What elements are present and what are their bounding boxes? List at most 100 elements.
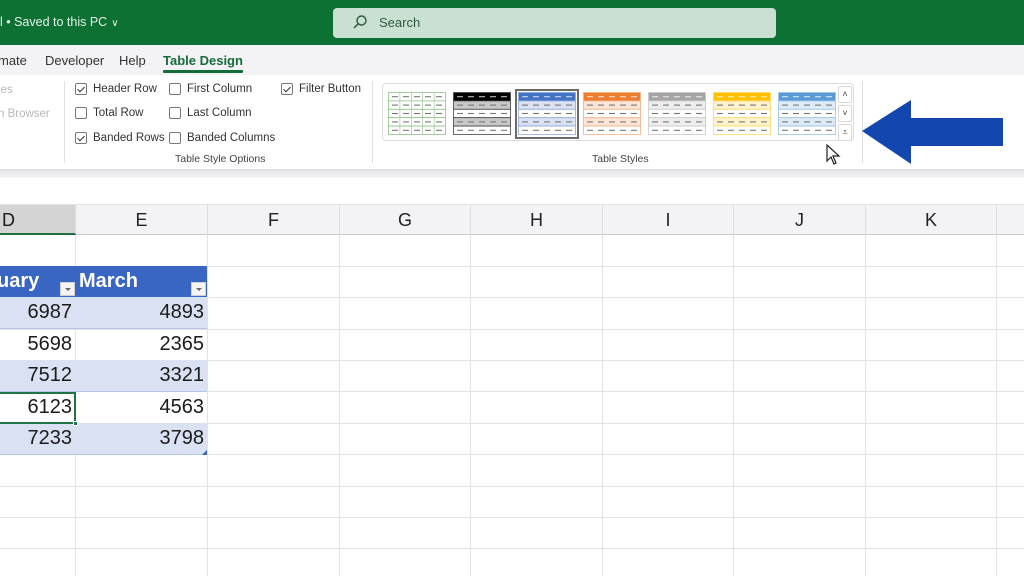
table-style-green-light[interactable] bbox=[388, 92, 446, 136]
search-placeholder: Search bbox=[379, 15, 421, 30]
table-style-gold-medium[interactable] bbox=[713, 92, 771, 136]
banded-rows-label: Banded Rows bbox=[93, 132, 165, 144]
style-preview bbox=[388, 92, 446, 135]
total-row-checkbox[interactable] bbox=[75, 107, 87, 119]
banded-columns-label: Banded Columns bbox=[187, 132, 276, 144]
table-style-black-medium[interactable] bbox=[453, 92, 511, 136]
table-style-gray-medium[interactable] bbox=[648, 92, 706, 136]
gallery-more-button[interactable]: ⩡ bbox=[838, 124, 852, 141]
last-column-checkbox[interactable] bbox=[169, 107, 181, 119]
style-preview bbox=[583, 92, 641, 135]
gallery-scroll-down-button[interactable]: ˅ bbox=[838, 105, 852, 122]
total-row-label: Total Row bbox=[93, 107, 144, 119]
properties-button: ies bbox=[0, 84, 13, 96]
style-preview bbox=[648, 92, 706, 135]
gridline bbox=[0, 517, 1024, 518]
banded-columns-option[interactable]: Banded Columns bbox=[169, 132, 275, 144]
table-style-blue-medium[interactable] bbox=[515, 89, 579, 139]
column-header-k[interactable]: K bbox=[866, 205, 997, 235]
header-row-checkbox[interactable] bbox=[75, 83, 87, 95]
header-row-label: Header Row bbox=[93, 83, 157, 95]
cell-february[interactable]: 5698 bbox=[0, 329, 73, 360]
banded-rows-option[interactable]: Banded Rows bbox=[75, 132, 165, 144]
style-preview bbox=[453, 92, 511, 135]
column-header-e[interactable]: E bbox=[76, 205, 208, 235]
style-preview bbox=[778, 92, 836, 135]
header-label: March bbox=[79, 270, 138, 292]
search-icon bbox=[353, 15, 367, 29]
filter-button-checkbox[interactable] bbox=[281, 83, 293, 95]
table-row: 7512 3321 bbox=[0, 360, 207, 392]
column-header-i[interactable]: I bbox=[603, 205, 734, 235]
filter-dropdown-button[interactable] bbox=[60, 282, 75, 296]
gallery-scroll-up-button[interactable]: ˄ bbox=[838, 86, 852, 103]
column-header-j[interactable]: J bbox=[734, 205, 866, 235]
file-save-status[interactable]: l • Saved to this PC ∨ bbox=[0, 15, 119, 29]
chevron-down-icon[interactable]: ∨ bbox=[111, 18, 118, 29]
gridline bbox=[339, 235, 340, 576]
search-box[interactable]: Search bbox=[333, 8, 776, 38]
ribbon-shadow bbox=[0, 170, 1024, 178]
gridline bbox=[996, 235, 997, 576]
gridline bbox=[470, 235, 471, 576]
table-style-orange-medium[interactable] bbox=[583, 92, 641, 136]
tab-automate[interactable]: mate bbox=[0, 53, 27, 68]
cell-march[interactable]: 4563 bbox=[76, 392, 205, 423]
style-preview bbox=[713, 92, 771, 135]
gridline bbox=[865, 235, 866, 576]
cell-march[interactable]: 2365 bbox=[76, 329, 205, 360]
table-resize-handle-icon[interactable] bbox=[202, 450, 207, 455]
tab-table-design[interactable]: Table Design bbox=[163, 53, 243, 73]
banded-rows-checkbox[interactable] bbox=[75, 132, 87, 144]
last-column-option[interactable]: Last Column bbox=[169, 107, 252, 119]
group-separator bbox=[64, 81, 65, 163]
column-header-h[interactable]: H bbox=[471, 205, 603, 235]
file-status-label: l • Saved to this PC bbox=[0, 15, 108, 29]
tab-help[interactable]: Help bbox=[119, 53, 146, 68]
cell-february[interactable]: 6987 bbox=[0, 297, 73, 328]
gridline bbox=[207, 235, 208, 576]
open-in-browser-button: n Browser bbox=[0, 108, 50, 120]
cell-march[interactable]: 4893 bbox=[76, 297, 205, 328]
ribbon-tabs: mate Developer Help Table Design bbox=[0, 45, 1024, 75]
column-headers: D E F G H I J K bbox=[0, 204, 1024, 235]
header-row-option[interactable]: Header Row bbox=[75, 83, 157, 95]
first-column-checkbox[interactable] bbox=[169, 83, 181, 95]
gridline bbox=[0, 548, 1024, 549]
first-column-option[interactable]: First Column bbox=[169, 83, 252, 95]
gridline bbox=[733, 235, 734, 576]
table-styles-group-label: Table Styles bbox=[592, 153, 649, 165]
cell-february[interactable]: 7233 bbox=[0, 423, 73, 454]
title-bar: l • Saved to this PC ∨ Search bbox=[0, 0, 1024, 45]
cell-march[interactable]: 3321 bbox=[76, 360, 205, 391]
formula-bar-area bbox=[0, 178, 1024, 198]
cell-march[interactable]: 3798 bbox=[76, 423, 205, 454]
filter-dropdown-button[interactable] bbox=[191, 282, 206, 296]
gridline bbox=[602, 235, 603, 576]
style-preview bbox=[518, 92, 576, 135]
column-header-d[interactable]: D bbox=[0, 205, 76, 235]
table-style-lightblue-medium[interactable] bbox=[778, 92, 836, 136]
table-style-options-group-label: Table Style Options bbox=[175, 153, 266, 165]
table-row: 7233 3798 bbox=[0, 423, 207, 455]
column-header-f[interactable]: F bbox=[208, 205, 340, 235]
column-header-g[interactable]: G bbox=[340, 205, 471, 235]
filter-button-label: Filter Button bbox=[299, 83, 361, 95]
table-row: 6987 4893 bbox=[0, 297, 207, 329]
filter-button-option[interactable]: Filter Button bbox=[281, 83, 361, 95]
first-column-label: First Column bbox=[187, 83, 253, 95]
table-row: 5698 2365 bbox=[0, 329, 207, 361]
gridline bbox=[0, 486, 1024, 487]
excel-window: l • Saved to this PC ∨ Search mate Develo… bbox=[0, 0, 1024, 576]
banded-columns-checkbox[interactable] bbox=[169, 132, 181, 144]
mouse-pointer-icon bbox=[826, 144, 841, 165]
group-separator bbox=[372, 81, 373, 163]
annotation-arrow-icon bbox=[862, 100, 1003, 164]
fill-handle[interactable] bbox=[73, 421, 78, 426]
table-header-march[interactable]: March bbox=[76, 266, 207, 297]
header-label: uary bbox=[0, 270, 40, 292]
tab-developer[interactable]: Developer bbox=[45, 53, 104, 68]
cell-february[interactable]: 7512 bbox=[0, 360, 73, 391]
last-column-label: Last Column bbox=[187, 107, 252, 119]
total-row-option[interactable]: Total Row bbox=[75, 107, 144, 119]
